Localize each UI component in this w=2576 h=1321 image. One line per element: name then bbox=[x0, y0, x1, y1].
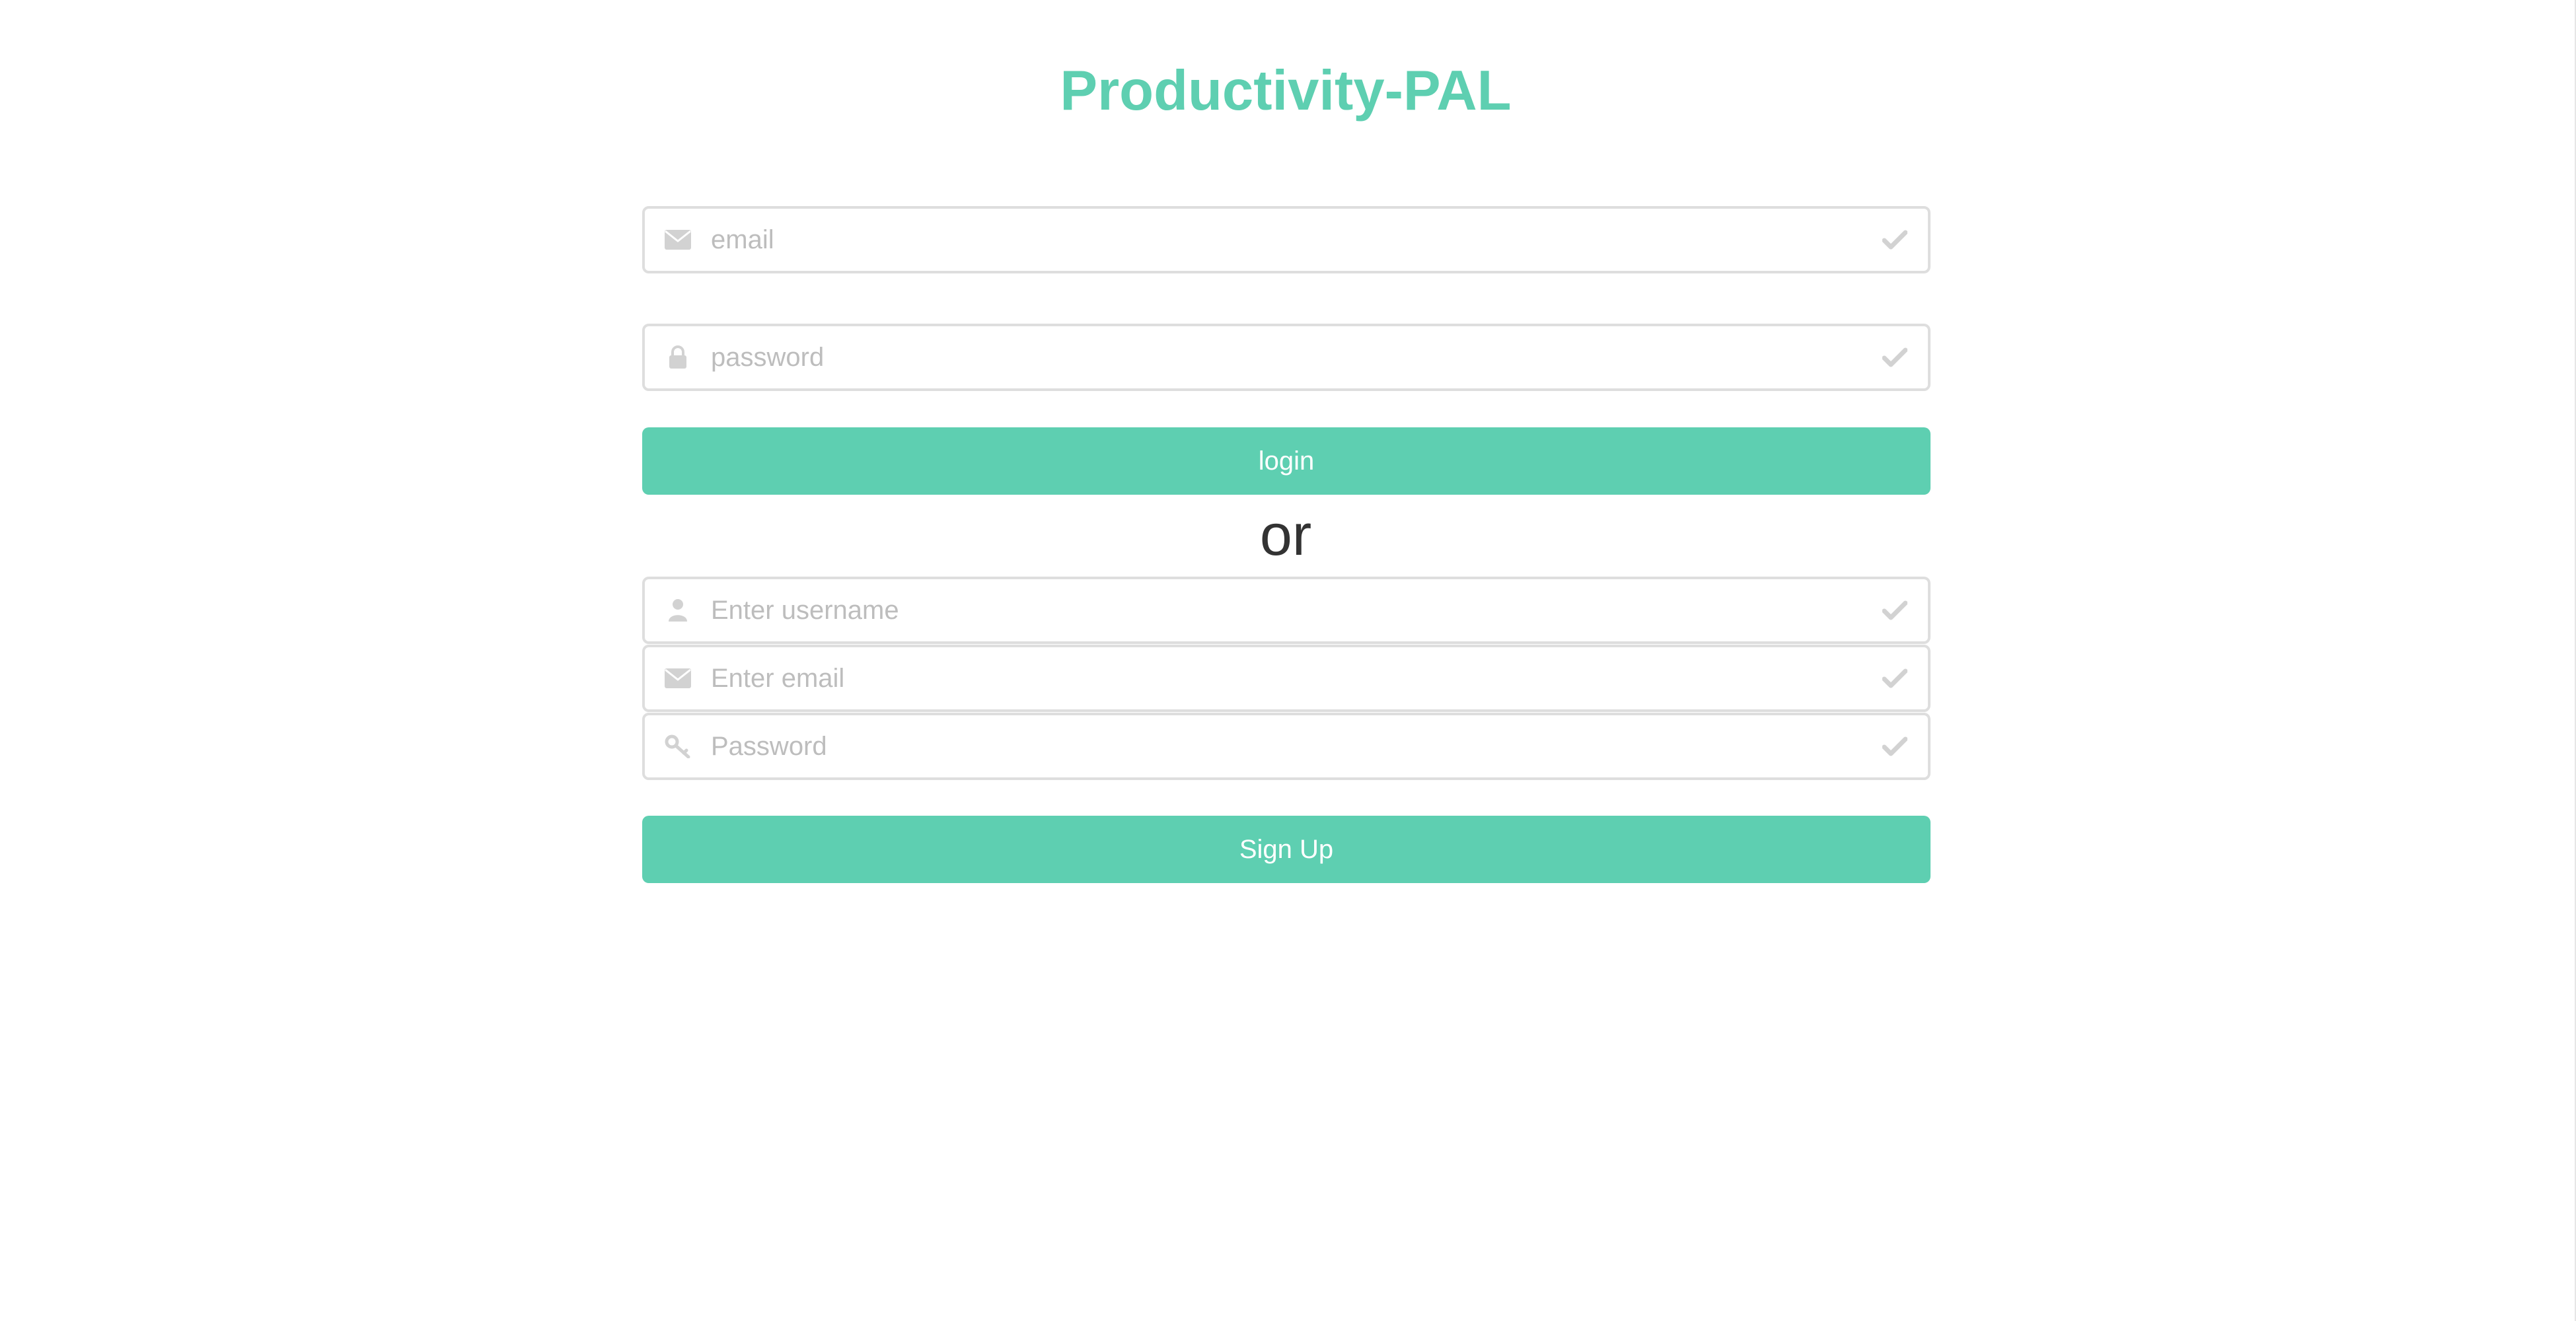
signup-username-input[interactable] bbox=[711, 579, 1834, 641]
login-email-input[interactable] bbox=[711, 209, 1834, 271]
login-password-input[interactable] bbox=[711, 326, 1834, 388]
signup-username-field[interactable] bbox=[642, 577, 1931, 644]
signup-password-input[interactable] bbox=[711, 715, 1834, 777]
signup-button[interactable]: Sign Up bbox=[642, 816, 1931, 883]
login-email-field[interactable] bbox=[642, 206, 1931, 273]
check-icon bbox=[1880, 647, 1909, 709]
lock-icon bbox=[663, 326, 692, 388]
login-button[interactable]: login bbox=[642, 427, 1931, 495]
check-icon bbox=[1880, 326, 1909, 388]
login-password-field[interactable] bbox=[642, 324, 1931, 391]
check-icon bbox=[1880, 209, 1909, 271]
user-icon bbox=[663, 579, 692, 641]
page: Productivity-PAL log bbox=[0, 0, 2576, 1321]
signup-email-field[interactable] bbox=[642, 645, 1931, 712]
envelope-icon bbox=[663, 647, 692, 709]
signup-email-input[interactable] bbox=[711, 647, 1834, 709]
signup-password-field[interactable] bbox=[642, 713, 1931, 780]
check-icon bbox=[1880, 579, 1909, 641]
envelope-icon bbox=[663, 209, 692, 271]
page-title: Productivity-PAL bbox=[1060, 59, 1512, 122]
key-icon bbox=[663, 715, 692, 777]
check-icon bbox=[1880, 715, 1909, 777]
or-divider: or bbox=[1259, 502, 1312, 567]
